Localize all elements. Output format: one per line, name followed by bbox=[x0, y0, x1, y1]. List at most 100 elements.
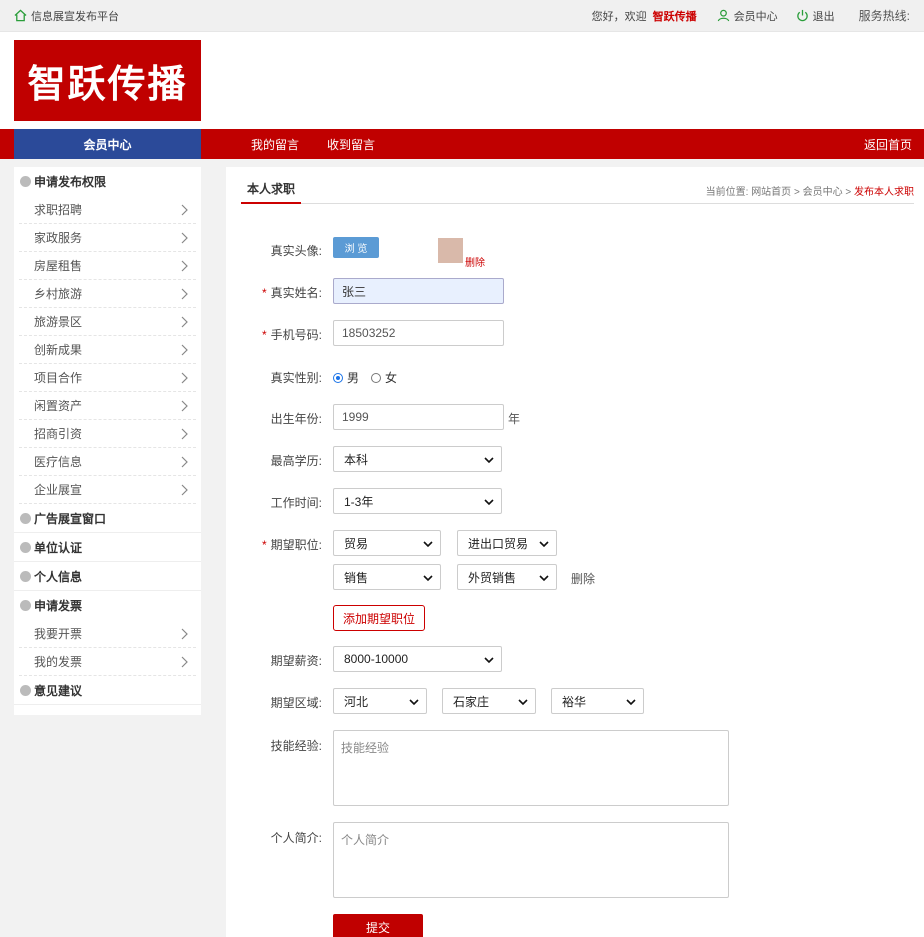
chevron-right-icon bbox=[181, 260, 188, 272]
hotline-label: 服务热线: bbox=[858, 9, 910, 23]
chevron-down-icon bbox=[423, 541, 433, 548]
work-time-select[interactable]: 1-3年 bbox=[333, 488, 502, 514]
region-province-select[interactable]: 河北 bbox=[333, 688, 427, 714]
skill-label: 技能经验: bbox=[270, 739, 322, 753]
ad-icon bbox=[20, 512, 31, 524]
sidebar-item-medical[interactable]: 医疗信息 bbox=[19, 448, 196, 476]
home-icon bbox=[14, 9, 27, 22]
sidebar-item-job[interactable]: 求职招聘 bbox=[19, 196, 196, 224]
chevron-right-icon bbox=[181, 232, 188, 244]
site-logo[interactable]: 智跃传播 bbox=[14, 40, 201, 121]
phone-label: * 手机号码: bbox=[261, 328, 322, 342]
job1-subcategory-select[interactable]: 进出口贸易 bbox=[457, 530, 557, 556]
chevron-down-icon bbox=[484, 499, 494, 506]
skill-textarea[interactable]: 技能经验 bbox=[333, 730, 729, 806]
sidebar-section-profile[interactable]: 个人信息 bbox=[14, 562, 201, 591]
gender-female-radio[interactable]: 女 bbox=[371, 369, 397, 386]
chevron-right-icon bbox=[181, 316, 188, 328]
region-district-select[interactable]: 裕华 bbox=[551, 688, 644, 714]
browse-button[interactable]: 浏 览 bbox=[333, 237, 379, 258]
sidebar-section-feedback[interactable]: 意见建议 bbox=[14, 676, 201, 705]
education-select[interactable]: 本科 bbox=[333, 446, 502, 472]
chevron-down-icon bbox=[484, 657, 494, 664]
sidebar-section-certification[interactable]: 单位认证 bbox=[14, 533, 201, 562]
member-center-link[interactable]: 会员中心 bbox=[717, 8, 778, 24]
intro-textarea[interactable]: 个人简介 bbox=[333, 822, 729, 898]
breadcrumb-member[interactable]: 会员中心 bbox=[803, 187, 843, 198]
sidebar-item-scenic[interactable]: 旅游景区 bbox=[19, 308, 196, 336]
nav-my-messages[interactable]: 我的留言 bbox=[251, 136, 299, 153]
chevron-right-icon bbox=[181, 628, 188, 640]
chevron-down-icon bbox=[626, 699, 636, 706]
top-bar: 信息展宣发布平台 您好，欢迎 智跃传播 会员中心 退出 服务热线: bbox=[0, 0, 924, 32]
delete-avatar-link[interactable]: 删除 bbox=[465, 254, 485, 269]
site-name: 信息展宣发布平台 bbox=[31, 10, 119, 23]
sidebar-item-enterprise[interactable]: 企业展宣 bbox=[19, 476, 196, 504]
power-icon bbox=[796, 9, 808, 22]
tab-bar: 本人求职 当前位置: 网站首页 > 会员中心 > 发布本人求职 bbox=[241, 175, 914, 204]
logout-link[interactable]: 退出 bbox=[796, 8, 835, 24]
chevron-right-icon bbox=[181, 400, 188, 412]
sidebar-item-request-invoice[interactable]: 我要开票 bbox=[19, 620, 196, 648]
invoice-icon bbox=[20, 600, 31, 611]
sidebar-section-invoice[interactable]: 申请发票 bbox=[14, 591, 201, 620]
nav-member-center[interactable]: 会员中心 bbox=[14, 129, 201, 159]
sidebar-item-housing[interactable]: 房屋租售 bbox=[19, 252, 196, 280]
sidebar-item-innovation[interactable]: 创新成果 bbox=[19, 336, 196, 364]
nav-received-messages[interactable]: 收到留言 bbox=[327, 136, 375, 153]
sidebar-item-housekeeping[interactable]: 家政服务 bbox=[19, 224, 196, 252]
job-label: * 期望职位: bbox=[261, 538, 322, 552]
chevron-right-icon bbox=[181, 204, 188, 216]
site-header: 智跃传播 bbox=[0, 32, 924, 129]
chevron-right-icon bbox=[181, 428, 188, 440]
chevron-right-icon bbox=[181, 656, 188, 668]
job2-category-select[interactable]: 销售 bbox=[333, 564, 441, 590]
name-label: * 真实姓名: bbox=[261, 286, 322, 300]
intro-label: 个人简介: bbox=[270, 831, 322, 845]
name-input[interactable]: 张三 bbox=[333, 278, 504, 304]
sidebar-item-investment[interactable]: 招商引资 bbox=[19, 420, 196, 448]
delete-job-link[interactable]: 删除 bbox=[571, 570, 595, 587]
username-link[interactable]: 智跃传播 bbox=[653, 8, 697, 24]
sidebar-item-cooperation[interactable]: 项目合作 bbox=[19, 364, 196, 392]
tab-job-seeking[interactable]: 本人求职 bbox=[241, 175, 301, 204]
sidebar-section-ads[interactable]: 广告展宣窗口 bbox=[14, 504, 201, 533]
job1-category-select[interactable]: 贸易 bbox=[333, 530, 441, 556]
birth-year-unit: 年 bbox=[508, 412, 521, 426]
sidebar-item-idle-assets[interactable]: 闲置资产 bbox=[19, 392, 196, 420]
gender-label: 真实性别: bbox=[270, 371, 322, 385]
chevron-down-icon bbox=[484, 457, 494, 464]
info-icon bbox=[20, 176, 31, 187]
chevron-down-icon bbox=[409, 699, 419, 706]
chat-icon bbox=[20, 684, 31, 696]
profile-icon bbox=[20, 570, 31, 582]
sidebar-section-publish[interactable]: 申请发布权限 bbox=[14, 167, 201, 196]
add-job-button[interactable]: 添加期望职位 bbox=[333, 605, 425, 631]
region-city-select[interactable]: 石家庄 bbox=[442, 688, 536, 714]
submit-button[interactable]: 提交 bbox=[333, 914, 423, 937]
salary-label: 期望薪资: bbox=[270, 654, 322, 668]
job2-subcategory-select[interactable]: 外贸销售 bbox=[457, 564, 557, 590]
gender-male-radio[interactable]: 男 bbox=[333, 369, 359, 386]
sidebar-item-my-invoices[interactable]: 我的发票 bbox=[19, 648, 196, 676]
greeting-text: 您好，欢迎 bbox=[591, 10, 647, 23]
work-time-label: 工作时间: bbox=[270, 496, 322, 510]
chevron-right-icon bbox=[181, 484, 188, 496]
chevron-down-icon bbox=[423, 575, 433, 582]
sidebar: 申请发布权限 求职招聘 家政服务 房屋租售 乡村旅游 旅游景区 创新成果 项目合… bbox=[14, 167, 201, 715]
birth-label: 出生年份: bbox=[270, 412, 322, 426]
region-label: 期望区域: bbox=[270, 696, 322, 710]
chevron-down-icon bbox=[539, 541, 549, 548]
phone-input[interactable]: 18503252 bbox=[333, 320, 504, 346]
breadcrumb-current: 发布本人求职 bbox=[854, 187, 914, 198]
sidebar-item-rural-tourism[interactable]: 乡村旅游 bbox=[19, 280, 196, 308]
avatar-label: 真实头像: bbox=[270, 244, 322, 258]
breadcrumb-home[interactable]: 网站首页 bbox=[751, 187, 791, 198]
chevron-right-icon bbox=[181, 456, 188, 468]
user-icon bbox=[717, 9, 729, 22]
nav-back-home[interactable]: 返回首页 bbox=[864, 136, 912, 153]
salary-select[interactable]: 8000-10000 bbox=[333, 646, 502, 672]
chevron-right-icon bbox=[181, 344, 188, 356]
site-home-link[interactable]: 信息展宣发布平台 bbox=[14, 8, 119, 24]
birth-year-input[interactable]: 1999 bbox=[333, 404, 504, 430]
